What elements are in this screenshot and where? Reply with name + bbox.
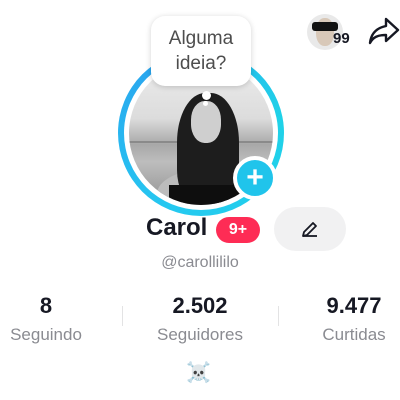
share-arrow-icon[interactable] xyxy=(368,16,400,46)
stat-likes-label: Curtidas xyxy=(322,325,386,344)
note-bubble[interactable]: Alguma ideia? xyxy=(151,16,251,86)
stat-likes-value: 9.477 xyxy=(326,293,382,318)
stat-likes[interactable]: 9.477 Curtidas xyxy=(308,293,400,345)
note-bubble-tail xyxy=(202,91,211,100)
add-story-button[interactable]: + xyxy=(233,156,277,200)
stat-following[interactable]: 8 Seguindo xyxy=(0,293,92,345)
bio-skull-emoji: ☠️ xyxy=(186,362,211,384)
note-bubble-tail-small xyxy=(203,101,208,106)
profile-name: Carol xyxy=(146,214,208,241)
edit-profile-button[interactable] xyxy=(274,207,346,251)
plus-icon: + xyxy=(246,161,264,194)
profile-username: @carollililo xyxy=(161,254,239,271)
notification-badge[interactable]: 9+ xyxy=(216,217,260,243)
stat-followers-label: Seguidores xyxy=(156,325,243,344)
stat-following-label: Seguindo xyxy=(10,325,82,344)
stat-followers[interactable]: 2.502 Seguidores xyxy=(140,293,260,345)
friend-count[interactable]: 99 xyxy=(333,30,350,47)
note-bubble-line1: Alguma xyxy=(168,28,234,49)
note-bubble-line2: ideia? xyxy=(175,53,227,74)
stat-following-value: 8 xyxy=(39,293,53,318)
stat-divider xyxy=(122,306,123,326)
pencil-icon xyxy=(302,222,317,237)
stat-divider xyxy=(278,306,279,326)
stat-followers-value: 2.502 xyxy=(172,293,228,318)
